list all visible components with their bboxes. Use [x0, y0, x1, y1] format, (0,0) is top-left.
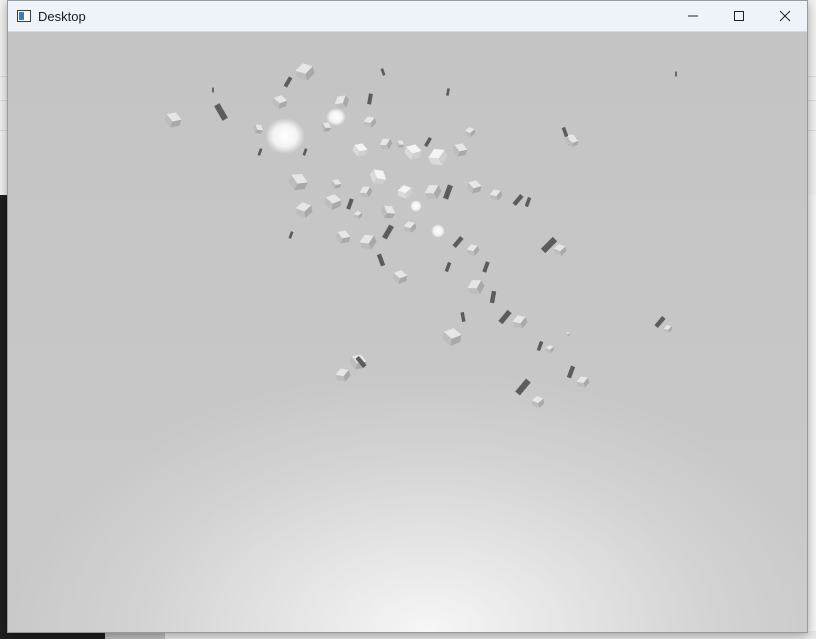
cube-shard — [252, 124, 264, 134]
cube-shard — [452, 143, 468, 157]
cube-shard — [428, 148, 448, 166]
cube-shard — [466, 180, 482, 194]
cube-shard — [663, 325, 673, 333]
cube-shard — [482, 261, 490, 273]
cube-shard — [359, 234, 377, 250]
cube-shard — [288, 231, 294, 239]
cube-shard — [515, 378, 531, 396]
cube-shard — [424, 185, 442, 199]
cube-shard — [404, 144, 422, 160]
cube-shard — [330, 179, 342, 189]
close-icon — [779, 10, 791, 22]
cube-shard — [380, 205, 396, 219]
light-glow — [326, 108, 346, 126]
cube-shard — [531, 396, 545, 408]
cube-shard — [324, 194, 342, 210]
cube-shard — [466, 244, 480, 256]
cube-shard — [545, 345, 555, 353]
cube-shard — [553, 244, 567, 256]
cube-shard — [397, 185, 413, 199]
cube-shard — [444, 261, 452, 273]
cube-shard — [576, 376, 590, 388]
cube-shard — [524, 196, 532, 208]
cube-shard — [566, 365, 576, 379]
cube-shard — [352, 143, 368, 157]
light-glow — [410, 200, 422, 212]
cube-shard — [467, 280, 485, 294]
cube-shard — [395, 140, 405, 148]
light-glow — [431, 224, 445, 238]
cube-shard — [349, 354, 367, 370]
cube-shard — [446, 88, 450, 96]
cube-shard — [369, 169, 387, 185]
cube-shard — [654, 315, 666, 329]
light-glow — [265, 118, 305, 154]
cube-shard — [379, 138, 393, 150]
cube-shard — [283, 76, 293, 88]
close-button[interactable] — [762, 1, 807, 31]
3d-viewport[interactable] — [8, 32, 807, 632]
cube-shard — [212, 87, 214, 93]
maximize-button[interactable] — [716, 1, 762, 31]
cube-shard — [424, 136, 432, 148]
cube-shard — [214, 103, 228, 121]
window-title: Desktop — [38, 9, 86, 24]
cube-shard — [257, 148, 263, 156]
cube-shard — [489, 290, 497, 304]
cube-shard — [302, 148, 308, 156]
cube-shard — [536, 340, 544, 352]
cube-shard — [335, 230, 351, 244]
minimize-button[interactable] — [670, 1, 716, 31]
cube-shard — [392, 270, 408, 284]
cube-shard — [566, 332, 570, 336]
cube-shard — [498, 309, 512, 325]
app-window: Desktop — [7, 0, 808, 633]
cube-shard — [452, 235, 464, 249]
cube-shard — [335, 368, 351, 382]
cube-shard — [675, 71, 677, 77]
cube-shard — [382, 224, 394, 240]
cube-shard — [442, 328, 462, 346]
title-bar[interactable]: Desktop — [8, 1, 807, 32]
cube-shard — [295, 202, 313, 218]
cube-shard — [464, 127, 476, 137]
cube-shard — [489, 189, 503, 201]
cube-shard — [403, 221, 417, 233]
cube-shard — [353, 211, 363, 219]
minimize-icon — [688, 15, 698, 17]
cube-shard — [512, 193, 524, 207]
cube-shard — [288, 173, 308, 191]
cube-shard — [376, 253, 386, 267]
maximize-icon — [734, 11, 744, 21]
cube-shard — [164, 112, 182, 128]
cube-shard — [359, 186, 373, 198]
scene-canvas — [164, 63, 677, 408]
cube-shard — [363, 116, 377, 128]
cube-shard — [460, 311, 466, 323]
cube-shard — [346, 198, 354, 210]
cube-shard — [272, 95, 288, 109]
cube-shard — [512, 315, 528, 329]
cube-shard — [295, 63, 315, 81]
scattered-cubes — [164, 63, 677, 408]
cube-shard — [367, 93, 373, 105]
window-app-icon — [17, 10, 31, 22]
cube-shard — [443, 184, 453, 200]
cube-shard — [380, 68, 386, 76]
cube-shard — [561, 126, 569, 138]
